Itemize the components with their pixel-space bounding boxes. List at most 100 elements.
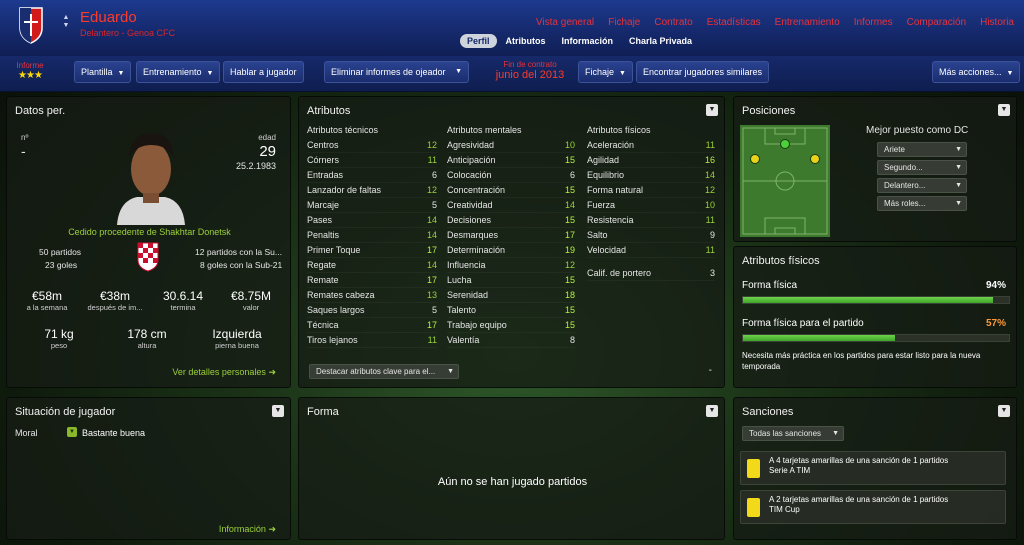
nav-reports[interactable]: Informes [854,17,893,28]
highlight-attributes-select[interactable]: Destacar atributos clave para el... ▼ [309,364,459,379]
fitness-bar [742,296,1010,304]
nav-training[interactable]: Entrenamiento [775,17,840,28]
attribute-value: 14 [426,260,437,270]
nav-history[interactable]: Historia [980,17,1014,28]
attribute-value: 14 [564,200,575,210]
match-fitness-bar [742,334,1010,342]
attribute-value: 10 [704,200,715,210]
talk-button[interactable]: Hablar a jugador [223,61,304,83]
morale-label: Moral [15,428,38,438]
report-rating[interactable]: Informe ★★★ [8,61,52,81]
chevron-down-icon: ▼ [955,200,962,207]
attribute-row: Anticipación 15 [447,153,575,168]
attribute-row: Marcaje 5 [307,198,437,213]
stat-expires: 30.6.14 termina [151,289,215,312]
attribute-row: Penaltis 14 [307,228,437,243]
position-dot-accomplished-icon [750,154,760,164]
role-select-target-man[interactable]: Ariete ▼ [877,142,967,157]
attribute-value: 9 [709,230,715,240]
role-select-more[interactable]: Más roles... ▼ [877,196,967,211]
technical-column: Atributos técnicos Centros 12 Córners 11 Ent… [307,125,437,348]
stat-label: termina [170,303,196,312]
find-similar-label: Encontrar jugadores similares [643,67,763,77]
tab-private-chat[interactable]: Charla Privada [622,34,699,48]
attribute-value: 16 [704,155,715,165]
attribute-value: 5 [431,200,437,210]
transfer-button-label: Fichaje [585,67,615,77]
stat-after-tax: €38m después de im... [83,289,147,312]
nav-contract[interactable]: Contrato [654,17,692,28]
panel-menu-icon[interactable]: ▼ [998,104,1010,116]
attribute-name: Trabajo equipo [447,320,507,330]
attribute-name: Decisiones [447,215,492,225]
arrow-right-icon: ➜ [268,367,276,377]
panel-menu-icon[interactable]: ▼ [706,405,718,417]
attribute-name: Resistencia [587,215,634,225]
situation-info-link[interactable]: Información ➜ [219,524,276,535]
matches-count: 50 partidos [39,247,82,257]
stat-height: 178 cm altura [115,327,179,350]
sanction-competition: Serie A TIM [769,466,811,475]
attribute-name: Tiros lejanos [307,335,358,345]
attribute-name: Remate [307,275,339,285]
fitness-note: Necesita más práctica en los partidos pa… [742,351,981,371]
tab-information[interactable]: Información [555,34,621,48]
remove-scout-reports-label: Eliminar informes de ojeador [331,67,446,77]
personal-details-label: Ver detalles personales [172,367,266,377]
personal-details-link[interactable]: Ver detalles personales ➜ [172,367,276,378]
stat-value: €8.75M [230,289,272,303]
nav-transfer[interactable]: Fichaje [608,17,640,28]
attribute-name: Valentía [447,335,480,345]
u21-matches: 12 partidos con la Su... [195,247,282,257]
transfer-button[interactable]: Fichaje ▼ [578,61,633,83]
best-position-label: Mejor puesto como DC [866,125,969,136]
stat-wage: €58m a la semana [15,289,79,312]
attribute-value: 15 [564,305,575,315]
attribute-name: Equilibrio [587,170,625,180]
sanction-text: A 4 tarjetas amarillas de una sanción de… [769,456,949,465]
attribute-value: 15 [564,275,575,285]
attribute-name: Pases [307,215,333,225]
attribute-name: Regate [307,260,337,270]
positions-title: Posiciones [742,105,796,117]
training-button[interactable]: Entrenamiento ▼ [136,61,221,83]
croatia-flag-icon [137,242,159,272]
attribute-row: Trabajo equipo 15 [447,318,575,333]
panel-menu-icon[interactable]: ▼ [998,405,1010,417]
physical-column: Atributos físicos Aceleración 11 Agilidad 1… [587,125,715,281]
tab-attributes[interactable]: Atributos [499,34,553,48]
remove-scout-reports-button[interactable]: Eliminar informes de ojeador ▼ [324,61,469,83]
attribute-value: 18 [564,290,575,300]
attribute-value: 17 [564,230,575,240]
nav-overview[interactable]: Vista general [536,17,594,28]
sanctions-filter-select[interactable]: Todas las sanciones ▼ [742,426,844,441]
attribute-name: Velocidad [587,245,627,255]
player-switch-icon[interactable]: ▲ ▼ [62,14,70,36]
attribute-row: Colocación 6 [447,168,575,183]
attribute-value: 19 [564,245,575,255]
attribute-row: Creatividad 14 [447,198,575,213]
top-nav: Vista general Fichaje Contrato Estadísti… [522,17,1014,28]
stat-label: pierna buena [215,341,259,350]
more-actions-button[interactable]: Más acciones... ▼ [932,61,1021,83]
attribute-row: Regate 14 [307,258,437,273]
match-fitness-label: Forma física para el partido [742,318,864,329]
nav-stats[interactable]: Estadísticas [707,17,761,28]
nav-comparison[interactable]: Comparación [907,17,966,28]
panel-menu-icon[interactable]: ▼ [272,405,284,417]
number-value: - [21,143,26,159]
chevron-down-icon: ▼ [955,146,962,153]
sanction-item[interactable]: A 4 tarjetas amarillas de una sanción de… [740,451,1006,485]
attribute-name: Remates cabeza [307,290,375,300]
attribute-name: Salto [587,230,608,240]
role-select-second[interactable]: Segundo... ▼ [877,160,967,175]
squad-button[interactable]: Plantilla ▼ [74,61,132,83]
attribute-row: Saques largos 5 [307,303,437,318]
sanction-item[interactable]: A 2 tarjetas amarillas de una sanción de… [740,490,1006,524]
panel-menu-icon[interactable]: ▼ [706,104,718,116]
find-similar-button[interactable]: Encontrar jugadores similares [636,61,770,83]
attribute-value: 15 [564,185,575,195]
role-select-forward[interactable]: Delantero... ▼ [877,178,967,193]
attribute-name: Lucha [447,275,472,285]
tab-profile[interactable]: Perfil [460,34,497,48]
